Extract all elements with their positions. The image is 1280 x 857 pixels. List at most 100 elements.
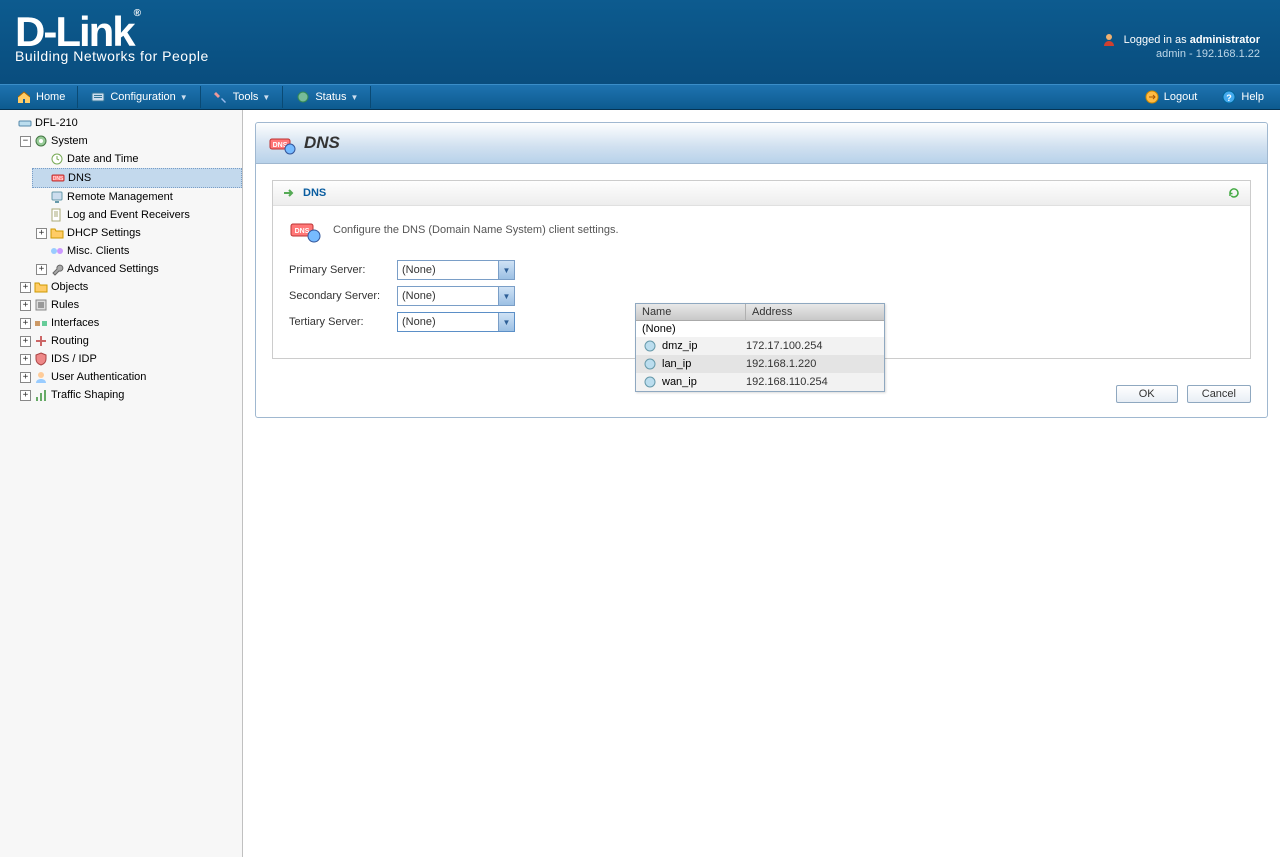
page-title: DNS [304, 133, 340, 153]
col-address[interactable]: Address [746, 304, 884, 320]
expand-icon[interactable]: + [20, 372, 31, 383]
login-sub: admin - 192.168.1.22 [1156, 48, 1260, 60]
secondary-server-label: Secondary Server: [289, 290, 397, 302]
arrow-icon [281, 185, 297, 201]
shield-icon [33, 351, 49, 367]
device-icon [17, 115, 33, 131]
ip-icon [642, 338, 658, 354]
dropdown-button[interactable] [498, 261, 514, 279]
expand-icon[interactable]: + [20, 390, 31, 401]
caret-down-icon: ▼ [262, 93, 270, 102]
tree-ids[interactable]: + IDS / IDP [16, 350, 242, 368]
content: DNS DNS DNS DNS Configure the DNS (Domai… [243, 110, 1280, 857]
dns-large-icon: DNS [289, 216, 321, 244]
description-text: Configure the DNS (Domain Name System) c… [333, 224, 619, 236]
menu-tools[interactable]: Tools ▼ [201, 86, 284, 108]
tree-routing[interactable]: + Routing [16, 332, 242, 350]
menu-configuration[interactable]: Configuration ▼ [78, 86, 200, 108]
tree-misc-clients[interactable]: Misc. Clients [32, 242, 242, 260]
nav-tree: DFL-210 − System Date an [0, 114, 242, 404]
help-icon: ? [1221, 89, 1237, 105]
ok-button[interactable]: OK [1116, 385, 1178, 403]
tertiary-server-label: Tertiary Server: [289, 316, 397, 328]
collapse-icon[interactable]: − [20, 136, 31, 147]
logout-icon [1144, 89, 1160, 105]
caret-down-icon: ▼ [351, 93, 359, 102]
sidebar: DFL-210 − System Date an [0, 110, 243, 857]
tree-date-time[interactable]: Date and Time [32, 150, 242, 168]
dropdown-option[interactable]: lan_ip 192.168.1.220 [636, 355, 884, 373]
misc-icon [49, 243, 65, 259]
dns-icon: DNS [50, 170, 66, 186]
section-title: DNS [303, 187, 326, 199]
expand-icon[interactable]: + [20, 300, 31, 311]
expand-icon[interactable]: + [20, 318, 31, 329]
dropdown-option[interactable]: wan_ip 192.168.110.254 [636, 373, 884, 391]
panel-title: DNS DNS [256, 123, 1267, 164]
dropdown-header: Name Address [636, 304, 884, 321]
caret-down-icon: ▼ [180, 93, 188, 102]
dropdown-button[interactable] [498, 313, 514, 331]
description-row: DNS Configure the DNS (Domain Name Syste… [289, 216, 1234, 244]
menubar: Home Configuration ▼ Tools ▼ Status ▼ Lo… [0, 84, 1280, 110]
config-icon [90, 89, 106, 105]
dropdown-option[interactable]: dmz_ip 172.17.100.254 [636, 337, 884, 355]
user-icon [1101, 32, 1117, 48]
registered-mark: ® [134, 8, 139, 19]
svg-text:?: ? [1227, 93, 1233, 103]
home-icon [16, 89, 32, 105]
log-icon [49, 207, 65, 223]
login-prefix: Logged in as [1124, 34, 1190, 46]
ip-icon [642, 374, 658, 390]
tree-user-auth[interactable]: + User Authentication [16, 368, 242, 386]
tree-traffic[interactable]: + Traffic Shaping [16, 386, 242, 404]
svg-text:DNS: DNS [53, 176, 64, 182]
menu-help[interactable]: ? Help [1209, 86, 1276, 108]
col-name[interactable]: Name [636, 304, 746, 320]
tree-advanced[interactable]: + Advanced Settings [32, 260, 242, 278]
expand-icon[interactable]: + [20, 336, 31, 347]
wrench-icon [49, 261, 65, 277]
interface-icon [33, 315, 49, 331]
tertiary-server-select[interactable]: (None) [397, 312, 515, 332]
primary-server-label: Primary Server: [289, 264, 397, 276]
dropdown-button[interactable] [498, 287, 514, 305]
tree-rules[interactable]: + Rules [16, 296, 242, 314]
folder-icon [33, 279, 49, 295]
tree-system[interactable]: − System [16, 132, 242, 150]
section-head: DNS [273, 181, 1250, 206]
menu-home[interactable]: Home [4, 86, 78, 108]
ip-icon [642, 356, 658, 372]
dropdown-option-none[interactable]: (None) [636, 321, 884, 337]
header: D-Link® Building Networks for People Log… [0, 0, 1280, 84]
tree-interfaces[interactable]: + Interfaces [16, 314, 242, 332]
dropdown-popup: Name Address (None) dmz_ip 172.17.100.25… [635, 303, 885, 392]
tree-dns[interactable]: DNS DNS [32, 168, 242, 188]
primary-server-select[interactable]: (None) [397, 260, 515, 280]
gear-icon [33, 133, 49, 149]
refresh-icon[interactable] [1226, 185, 1242, 201]
svg-text:DNS: DNS [295, 228, 310, 235]
clock-icon [49, 151, 65, 167]
folder-icon [49, 225, 65, 241]
expand-icon[interactable]: + [36, 264, 47, 275]
menu-status[interactable]: Status ▼ [283, 86, 371, 108]
tree-root[interactable]: DFL-210 [0, 114, 242, 132]
rules-icon [33, 297, 49, 313]
brand-logo: D-Link® Building Networks for People [15, 8, 209, 64]
remote-icon [49, 189, 65, 205]
tree-remote-management[interactable]: Remote Management [32, 188, 242, 206]
expand-icon[interactable]: + [36, 228, 47, 239]
menu-logout[interactable]: Logout [1132, 86, 1210, 108]
expand-icon[interactable]: + [20, 354, 31, 365]
routing-icon [33, 333, 49, 349]
cancel-button[interactable]: Cancel [1187, 385, 1251, 403]
tree-dhcp[interactable]: + DHCP Settings [32, 224, 242, 242]
tree-log-event[interactable]: Log and Event Receivers [32, 206, 242, 224]
status-icon [295, 89, 311, 105]
secondary-server-select[interactable]: (None) [397, 286, 515, 306]
dns-icon: DNS [268, 131, 296, 155]
login-info: Logged in as administrator admin - 192.1… [1101, 32, 1260, 60]
expand-icon[interactable]: + [20, 282, 31, 293]
tree-objects[interactable]: + Objects [16, 278, 242, 296]
